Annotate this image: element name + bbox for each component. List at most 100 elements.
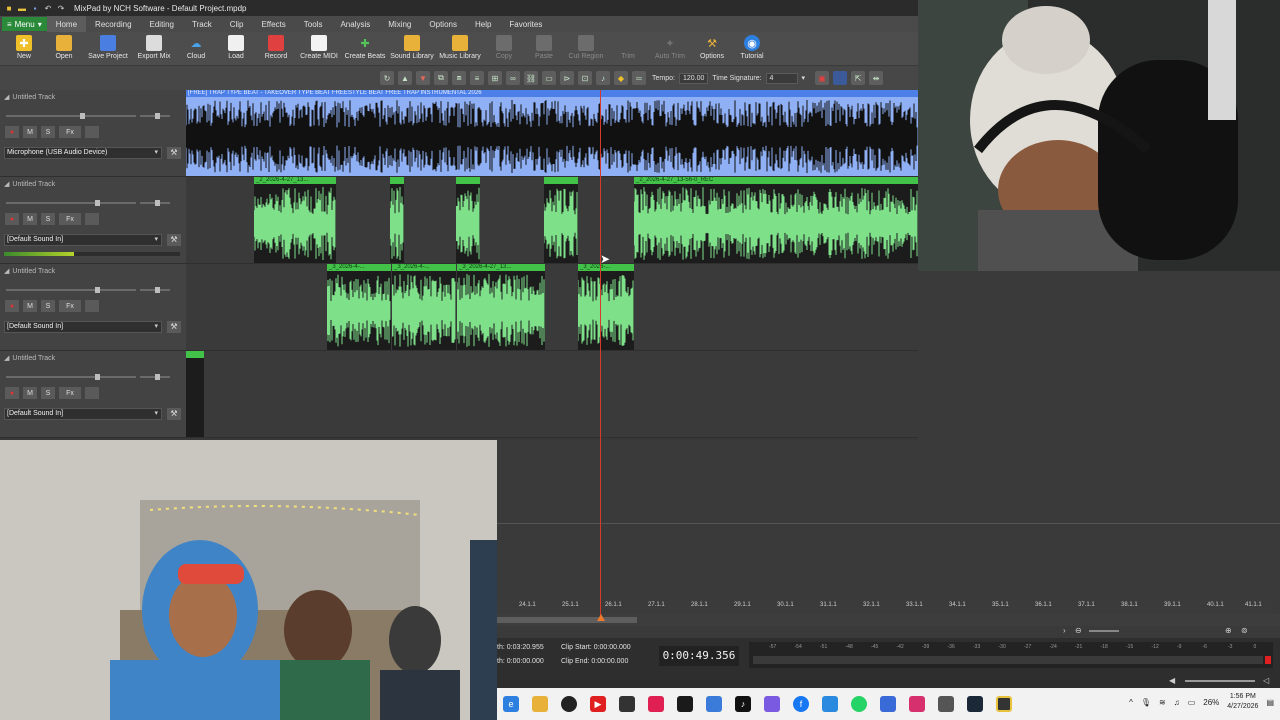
tab-effects[interactable]: Effects — [252, 16, 294, 32]
tab-clip[interactable]: Clip — [221, 16, 253, 32]
volume-slider[interactable] — [6, 113, 136, 119]
wrench-icon[interactable]: ⚒ — [167, 147, 181, 159]
cloud-button[interactable]: ☁ Cloud — [176, 32, 216, 66]
tempo-field[interactable]: 120.00 — [678, 72, 709, 84]
add-track-icon[interactable]: ▲ — [398, 71, 412, 85]
speaker-icon[interactable]: ◀ — [1169, 676, 1175, 685]
audio-clip[interactable]: _3_2026-4-27_13... — [457, 264, 545, 350]
edge-icon[interactable]: e — [503, 696, 519, 712]
file-explorer-icon[interactable] — [532, 696, 548, 712]
fx-button[interactable]: Fx — [59, 300, 81, 312]
monitor-icon[interactable]: ▭ — [542, 71, 556, 85]
youtube-icon[interactable]: ▶ — [590, 696, 606, 712]
cut-region-button[interactable]: Cut Region — [564, 32, 608, 66]
volume-icon[interactable]: ♫ — [1174, 698, 1180, 707]
track-lane[interactable]: _3_2026-4-... _3_2026-4-... _3_2026-4-27… — [186, 264, 918, 351]
tutorial-button[interactable]: ◉ Tutorial — [732, 32, 772, 66]
zoom-fit-icon[interactable]: ⊚ — [1241, 626, 1248, 635]
wrench-icon[interactable]: ⚒ — [167, 408, 181, 420]
scroll-thumb[interactable] — [497, 617, 637, 623]
copilot-icon[interactable] — [764, 696, 780, 712]
audio-clip[interactable] — [390, 177, 404, 263]
zoom-slider[interactable] — [1089, 630, 1119, 632]
fx-button[interactable]: Fx — [59, 126, 81, 138]
tab-editing[interactable]: Editing — [141, 16, 183, 32]
audio-clip[interactable] — [544, 177, 578, 263]
open-quick-icon[interactable]: ▬ — [17, 3, 27, 13]
input-device-select[interactable]: [Default Sound In] ▾ — [4, 234, 162, 246]
mute-button[interactable]: M — [23, 126, 37, 138]
playhead-line[interactable] — [600, 90, 601, 620]
solo-button[interactable]: S — [41, 213, 55, 225]
volume-slider[interactable] — [6, 200, 136, 206]
horizontal-scrollbar[interactable] — [497, 614, 1280, 626]
load-button[interactable]: Load — [216, 32, 256, 66]
tab-track[interactable]: Track — [183, 16, 221, 32]
audio-clip[interactable]: _3_2026-4-... — [327, 264, 391, 350]
track-header[interactable]: ◢ Untitled Track ● M S Fx [Default Sound … — [0, 351, 186, 438]
monitor-button[interactable] — [85, 126, 99, 138]
marker-icon[interactable]: ⊳ — [560, 71, 574, 85]
audio-clip[interactable]: _2_2026-4-27_13... — [254, 177, 336, 263]
split-icon[interactable]: ⧉ — [434, 71, 448, 85]
collapse-icon[interactable]: ◢ — [4, 354, 9, 362]
new-button[interactable]: ✚ New — [4, 32, 44, 66]
audio-clip[interactable] — [456, 177, 480, 263]
collapse-icon[interactable]: ◢ — [4, 180, 9, 188]
speaker-icon[interactable]: ◁ — [1263, 676, 1269, 685]
chatgpt-icon[interactable] — [938, 696, 954, 712]
volume-slider[interactable] — [6, 374, 136, 380]
zoom-out-icon[interactable]: ⊖ — [1075, 626, 1082, 635]
collapse-icon[interactable]: ◢ — [4, 93, 9, 101]
wrench-icon[interactable]: ⚒ — [167, 321, 181, 333]
input-device-select[interactable]: [Default Sound In] ▾ — [4, 321, 162, 333]
fx-button[interactable]: Fx — [59, 387, 81, 399]
solo-button[interactable]: S — [41, 387, 55, 399]
undo-icon[interactable]: ↶ — [43, 3, 53, 13]
capcut-icon[interactable] — [648, 696, 664, 712]
chevron-right-icon[interactable]: › — [1063, 626, 1066, 635]
trim-button[interactable]: Trim — [608, 32, 648, 66]
mixpad-taskbar-icon[interactable] — [677, 696, 693, 712]
steam-icon[interactable] — [967, 696, 983, 712]
monitor-button[interactable] — [85, 300, 99, 312]
export-mix-button[interactable]: Export Mix — [132, 32, 176, 66]
wifi-icon[interactable]: ≋ — [1159, 698, 1166, 707]
audio-clip[interactable]: _3_2026-4-... — [392, 264, 456, 350]
zoom-in-icon[interactable]: ⊕ — [1225, 626, 1232, 635]
link-icon[interactable]: ∞ — [506, 71, 520, 85]
delete-track-icon[interactable]: ▼ — [416, 71, 430, 85]
audio-clip[interactable]: [FREE] TRAP TYPE BEAT - TAKEOVER TYPE BE… — [186, 90, 918, 176]
playhead-marker[interactable] — [597, 614, 605, 621]
tab-favorites[interactable]: Favorites — [500, 16, 551, 32]
app-icon[interactable] — [561, 696, 577, 712]
tab-home[interactable]: Home — [46, 16, 87, 32]
menu-button[interactable]: ≡ Menu ▾ — [2, 17, 47, 31]
monitor-button[interactable] — [85, 213, 99, 225]
audio-clip[interactable]: _3_2026-... — [578, 264, 634, 350]
tab-tools[interactable]: Tools — [295, 16, 332, 32]
solo-button[interactable]: S — [41, 126, 55, 138]
fit-icon[interactable]: ⇱ — [851, 71, 866, 85]
track-header[interactable]: ◢ Untitled Track ● M S Fx Microphone (USB… — [0, 90, 186, 177]
music-library-button[interactable]: Music Library — [436, 32, 484, 66]
solo-button[interactable]: S — [41, 300, 55, 312]
tiktok-icon[interactable]: ♪ — [735, 696, 751, 712]
paste-button[interactable]: Paste — [524, 32, 564, 66]
save-quick-icon[interactable]: ▪ — [30, 3, 40, 13]
battery-icon[interactable]: ▭ — [1188, 698, 1196, 707]
mute-button[interactable]: M — [23, 300, 37, 312]
snap-icon[interactable]: ⊞ — [488, 71, 502, 85]
save-project-button[interactable]: Save Project — [84, 32, 132, 66]
track-name[interactable]: Untitled Track — [12, 355, 55, 362]
timeline-empty-area[interactable] — [497, 440, 1280, 600]
store-icon[interactable] — [706, 696, 722, 712]
record-button[interactable]: Record — [256, 32, 296, 66]
record-arm-button[interactable]: ● — [5, 126, 19, 138]
open-button[interactable]: Open — [44, 32, 84, 66]
microphone-icon[interactable]: 🎙 — [1141, 698, 1151, 707]
notification-icon[interactable]: ▤ — [1266, 698, 1274, 707]
record-arm-button[interactable]: ● — [5, 300, 19, 312]
master-volume-slider[interactable] — [1185, 680, 1255, 682]
track-header[interactable]: ◢ Untitled Track ● M S Fx [Default Sound … — [0, 177, 186, 264]
